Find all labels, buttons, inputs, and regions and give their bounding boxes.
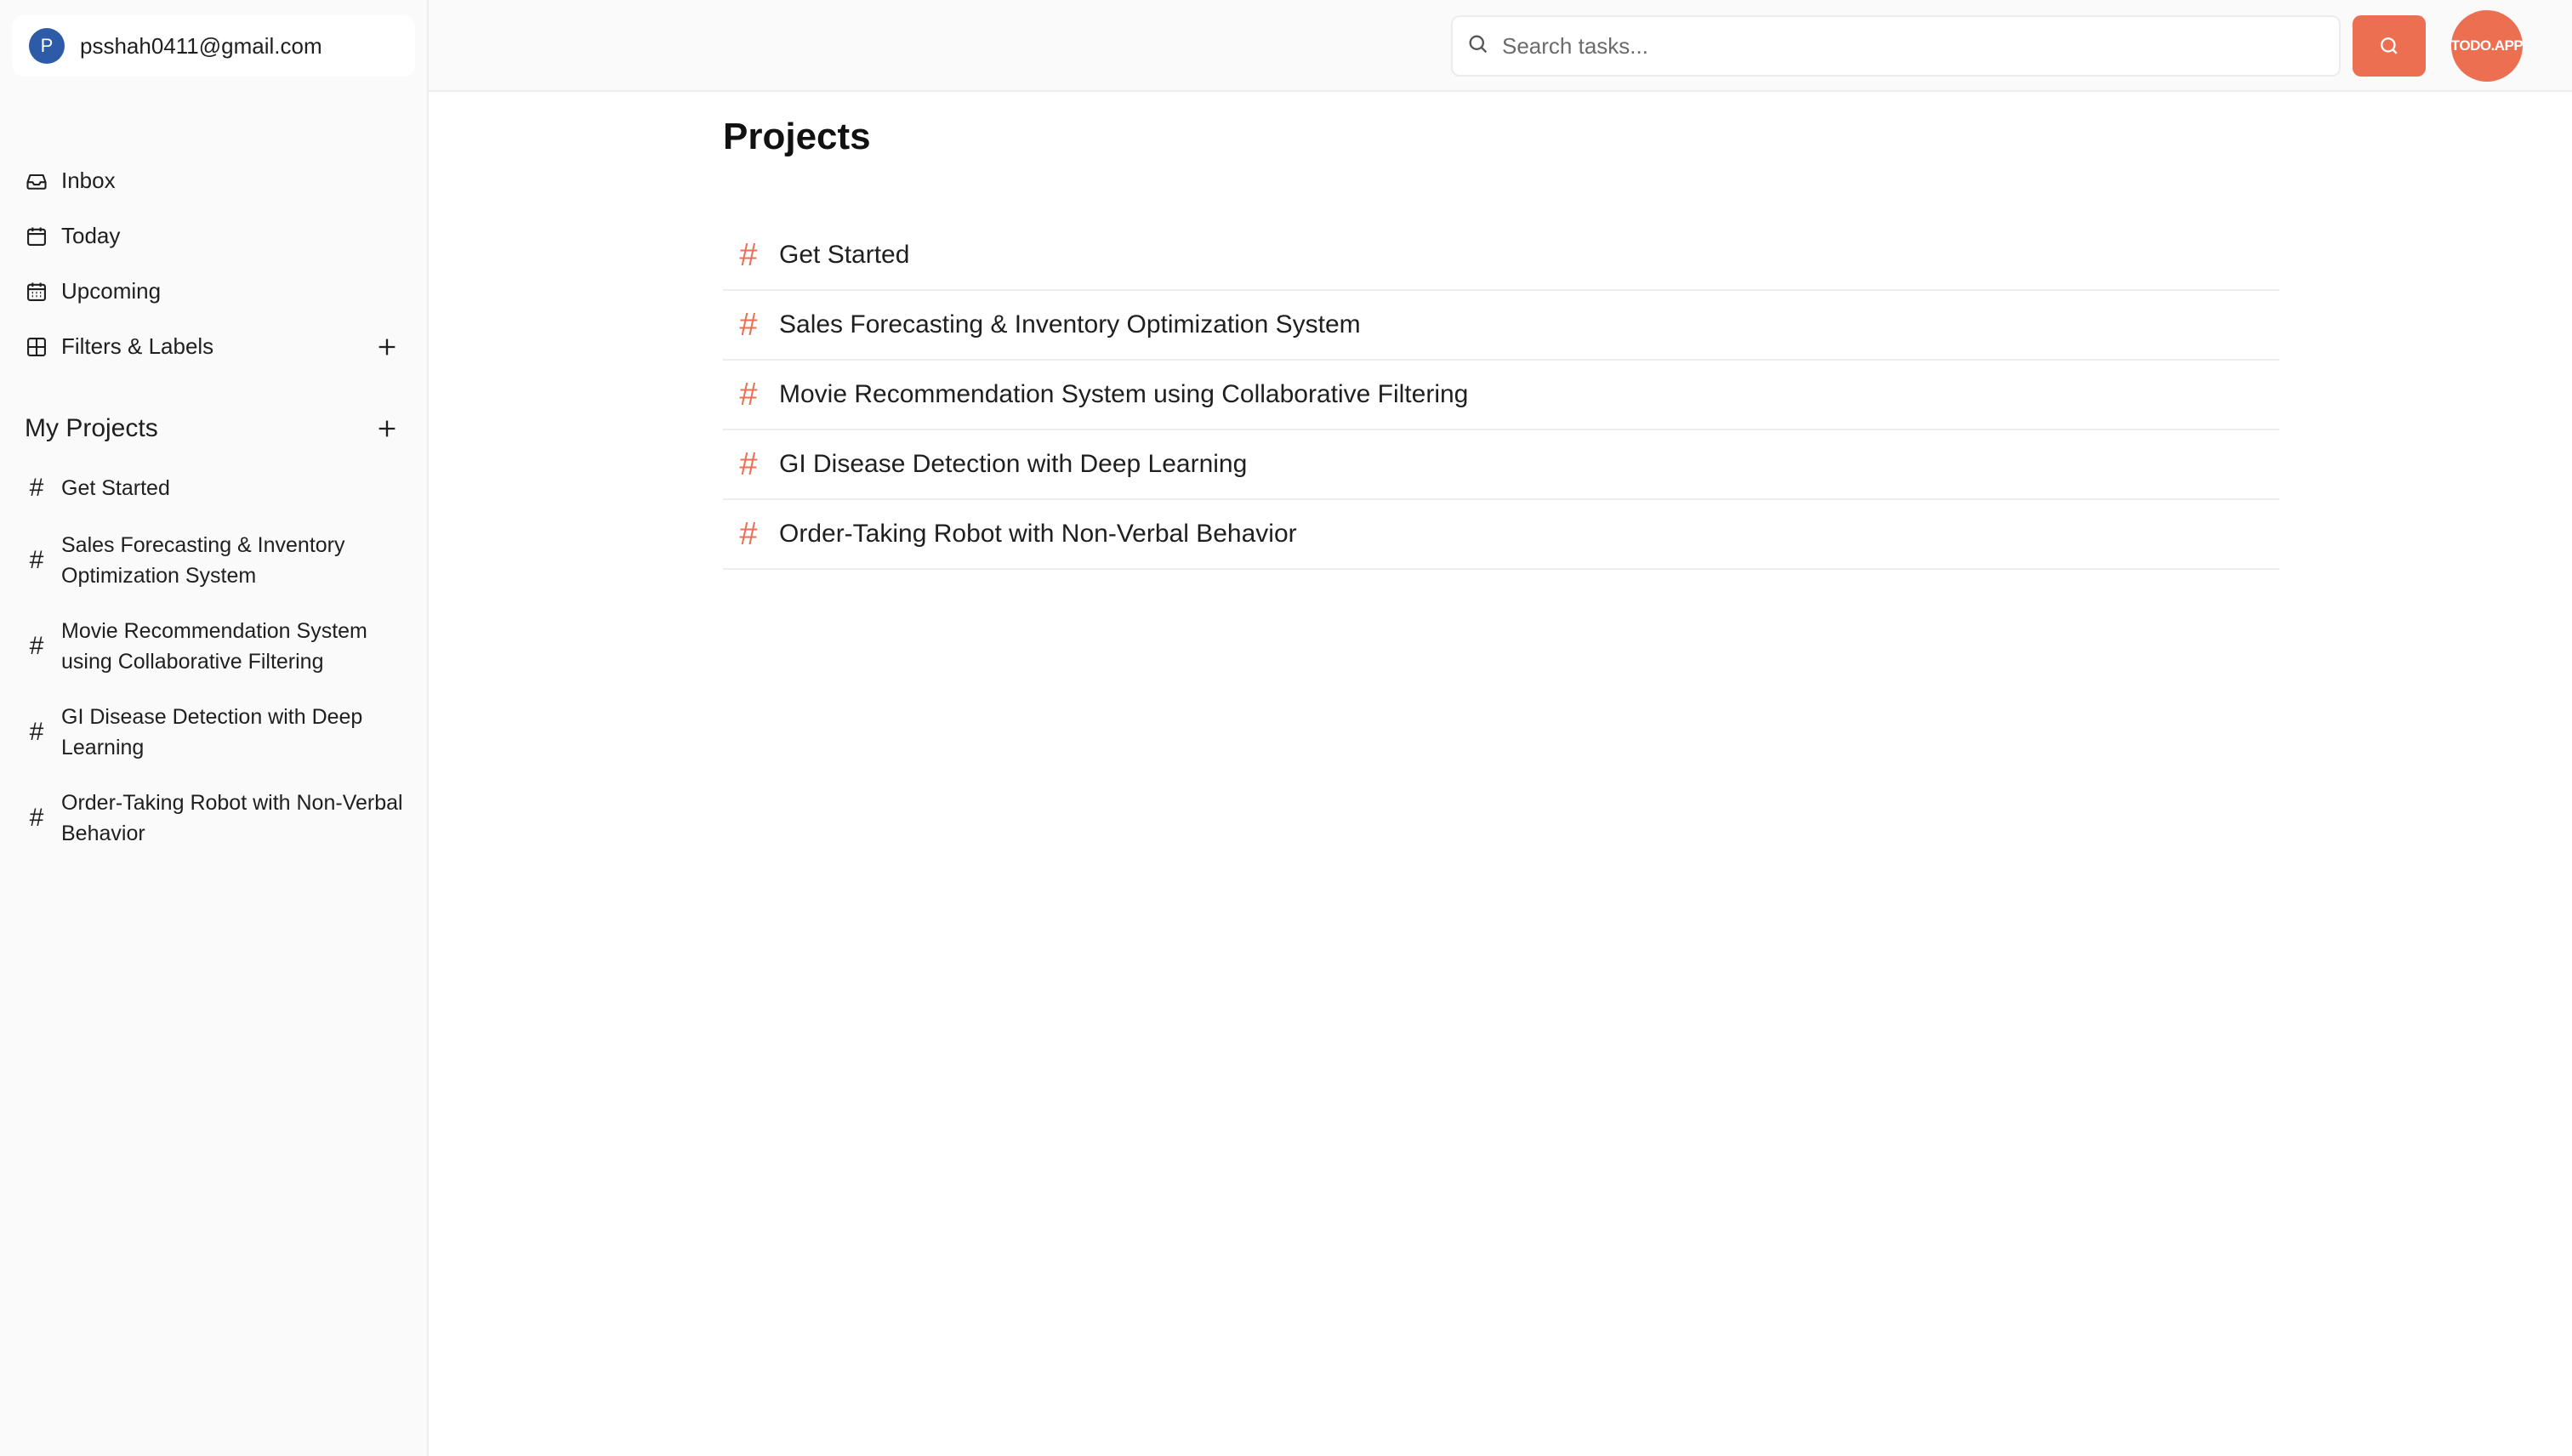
search-box[interactable] [1451, 15, 2341, 77]
hash-icon: # [29, 474, 44, 502]
hash-icon: # [29, 803, 44, 832]
sidebar-item-project[interactable]: # GI Disease Detection with Deep Learnin… [0, 689, 429, 775]
project-list: # Get Started # Sales Forecasting & Inve… [723, 221, 2279, 570]
project-row[interactable]: # GI Disease Detection with Deep Learnin… [723, 430, 2279, 500]
sidebar-item-label: Inbox [61, 168, 116, 193]
sidebar-item-inbox[interactable]: Inbox [0, 153, 429, 208]
sidebar-item-label: GI Disease Detection with Deep Learning [61, 704, 363, 759]
hash-icon: # [29, 631, 44, 660]
project-name: GI Disease Detection with Deep Learning [779, 450, 1248, 478]
plus-icon [378, 338, 395, 355]
my-projects-header: My Projects [0, 405, 429, 452]
grid-icon [24, 334, 49, 360]
add-project-button[interactable] [373, 414, 401, 443]
sidebar-item-label: Get Started [61, 476, 170, 500]
hash-icon: # [739, 515, 758, 552]
search-icon [1466, 32, 1490, 60]
sidebar-item-project[interactable]: # Movie Recommendation System using Coll… [0, 603, 429, 689]
sidebar-item-project[interactable]: # Order-Taking Robot with Non-Verbal Beh… [0, 775, 429, 861]
calendar-grid-icon [24, 279, 49, 304]
hash-icon: # [739, 306, 758, 343]
sidebar-item-label: Sales Forecasting & Inventory Optimizati… [61, 532, 345, 588]
add-filter-button[interactable] [373, 333, 401, 361]
hash-icon: # [739, 446, 758, 482]
search-input[interactable] [1500, 31, 2317, 60]
my-projects-title: My Projects [25, 414, 158, 442]
app-logo[interactable]: TODO.APP [2451, 10, 2524, 82]
plus-icon [378, 420, 395, 437]
user-email: psshah0411@gmail.com [80, 32, 322, 59]
sidebar-item-project[interactable]: # Get Started [0, 459, 429, 517]
project-row[interactable]: # Sales Forecasting & Inventory Optimiza… [723, 291, 2279, 361]
sidebar-item-upcoming[interactable]: Upcoming [0, 264, 429, 319]
sidebar-item-label: Order-Taking Robot with Non-Verbal Behav… [61, 790, 403, 845]
search-icon [2381, 37, 2398, 54]
sidebar-item-today[interactable]: Today [0, 208, 429, 264]
sidebar-project-list: # Get Started # Sales Forecasting & Inve… [0, 459, 429, 861]
sidebar-item-filters-labels[interactable]: Filters & Labels [0, 319, 429, 374]
project-row[interactable]: # Get Started [723, 221, 2279, 291]
hash-icon: # [739, 236, 758, 273]
calendar-icon [24, 224, 49, 249]
project-row[interactable]: # Movie Recommendation System using Coll… [723, 361, 2279, 430]
sidebar: P psshah0411@gmail.com Inbox Today Upcom… [0, 0, 429, 1456]
hash-icon: # [29, 717, 44, 746]
sidebar-item-label: Upcoming [61, 278, 162, 304]
page-title: Projects [723, 116, 871, 157]
search-button[interactable] [2353, 15, 2426, 77]
avatar: P [29, 28, 65, 64]
sidebar-nav: Inbox Today Upcoming Filters & Labels [0, 153, 429, 374]
sidebar-item-project[interactable]: # Sales Forecasting & Inventory Optimiza… [0, 517, 429, 603]
project-name: Sales Forecasting & Inventory Optimizati… [779, 310, 1361, 338]
sidebar-item-label: Filters & Labels [61, 333, 214, 359]
project-name: Get Started [779, 241, 910, 269]
user-account-chip[interactable]: P psshah0411@gmail.com [12, 15, 415, 77]
sidebar-item-label: Today [61, 223, 121, 248]
hash-icon: # [739, 376, 758, 412]
hash-icon: # [29, 545, 44, 574]
main-content: Projects # Get Started # Sales Forecasti… [429, 94, 2572, 1456]
project-name: Order-Taking Robot with Non-Verbal Behav… [779, 520, 1297, 548]
project-name: Movie Recommendation System using Collab… [779, 380, 1469, 408]
project-row[interactable]: # Order-Taking Robot with Non-Verbal Beh… [723, 500, 2279, 570]
top-bar: TODO.APP [429, 0, 2572, 92]
sidebar-item-label: Movie Recommendation System using Collab… [61, 618, 367, 674]
inbox-icon [24, 168, 49, 194]
